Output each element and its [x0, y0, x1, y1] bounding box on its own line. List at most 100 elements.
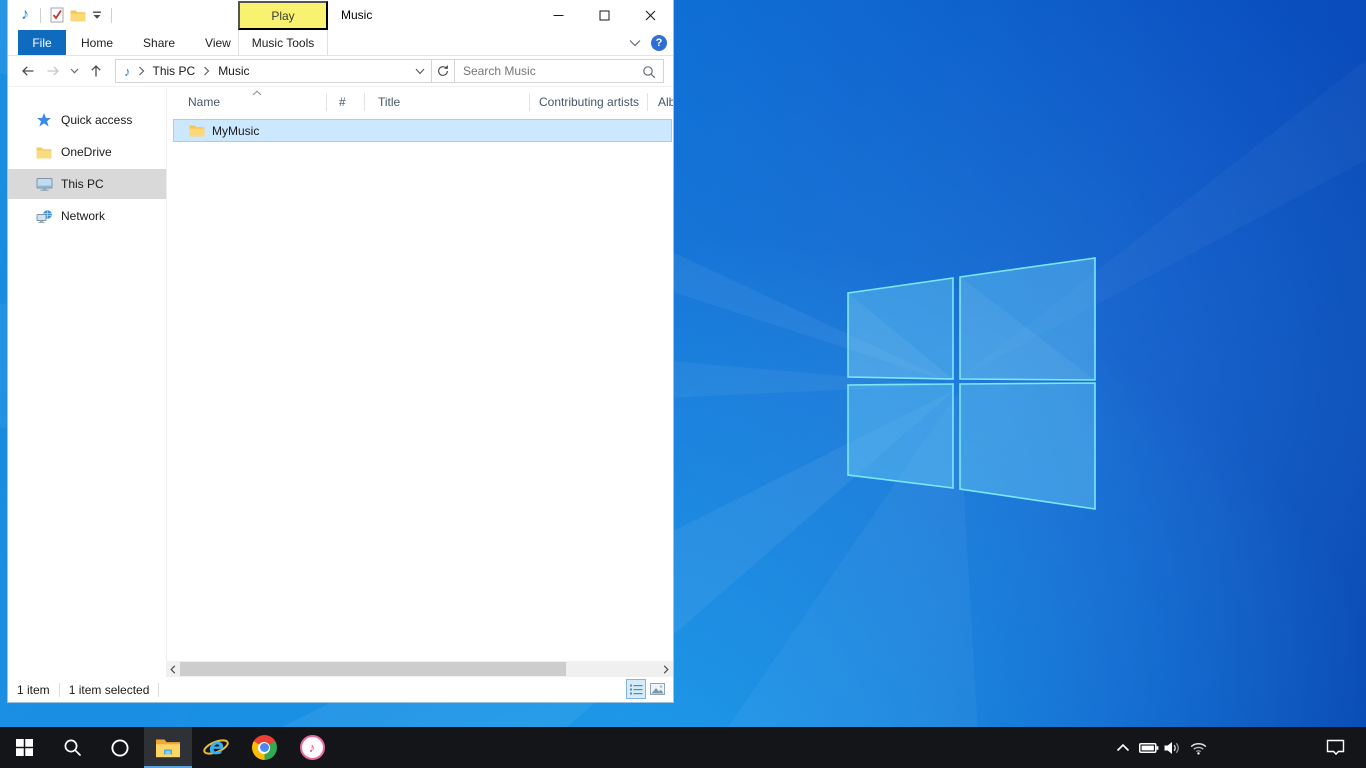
wifi-icon	[1190, 741, 1207, 755]
sidebar-item-this-pc[interactable]: This PC	[8, 169, 166, 199]
back-arrow-icon	[20, 63, 36, 79]
column-headers: Name # Title Contributing artists Alb	[167, 88, 673, 116]
tab-home[interactable]: Home	[66, 30, 128, 55]
file-list: Name # Title Contributing artists Alb My…	[166, 88, 673, 661]
toolbar-separator	[111, 8, 112, 23]
search-input[interactable]	[455, 64, 635, 78]
back-button[interactable]	[20, 63, 36, 79]
taskbar-itunes-button[interactable]: ♪	[288, 727, 336, 768]
taskbar-internet-explorer-button[interactable]: e	[192, 727, 240, 768]
caption-buttons	[535, 0, 673, 30]
navigation-pane: Quick access OneDrive	[8, 88, 166, 661]
customize-qat-button[interactable]	[89, 3, 105, 27]
app-menu-button[interactable]: ♪	[16, 3, 34, 27]
up-button[interactable]	[88, 63, 104, 79]
minimize-button[interactable]	[535, 0, 581, 30]
new-folder-button[interactable]	[67, 3, 89, 27]
taskbar-search-button[interactable]	[48, 727, 96, 768]
help-icon: ?	[656, 37, 663, 49]
tab-share[interactable]: Share	[128, 30, 190, 55]
tab-file[interactable]: File	[18, 30, 66, 55]
column-header-title[interactable]: Title	[365, 88, 530, 116]
battery-tray-button[interactable]	[1137, 727, 1161, 768]
action-center-button[interactable]	[1322, 727, 1348, 768]
scroll-left-button[interactable]	[166, 661, 180, 677]
sidebar-item-label: Quick access	[61, 113, 132, 127]
sidebar-item-quick-access[interactable]: Quick access	[8, 105, 166, 135]
title-bar: ♪ Play	[8, 0, 673, 30]
up-arrow-icon	[88, 63, 104, 79]
quick-access-star-icon	[36, 112, 53, 128]
close-icon	[645, 10, 656, 21]
taskbar: e ♪	[0, 727, 1366, 768]
window-title: Music	[341, 8, 372, 22]
column-header-album[interactable]: Alb	[648, 88, 673, 116]
breadcrumb-this-pc[interactable]: This PC	[150, 64, 199, 78]
explorer-content: Quick access OneDrive	[8, 88, 673, 661]
taskbar-chrome-button[interactable]	[240, 727, 288, 768]
taskbar-buttons: e ♪	[0, 727, 336, 768]
details-view-button[interactable]	[626, 679, 646, 699]
horizontal-scrollbar[interactable]	[166, 661, 673, 677]
file-explorer-window: ♪ Play	[7, 0, 674, 703]
address-dropdown-button[interactable]	[409, 60, 431, 82]
file-row-mymusic[interactable]: MyMusic	[173, 119, 672, 142]
breadcrumb-music[interactable]: Music	[215, 64, 252, 78]
scroll-right-button[interactable]	[659, 661, 673, 677]
ribbon-right-controls: ?	[629, 30, 667, 55]
toolbar-separator	[40, 8, 41, 23]
maximize-icon	[599, 10, 610, 21]
contextual-tab-play[interactable]: Play	[238, 1, 328, 30]
speaker-icon	[1164, 741, 1182, 755]
battery-icon	[1139, 741, 1159, 755]
column-header-contributing-artists[interactable]: Contributing artists	[530, 88, 648, 116]
close-button[interactable]	[627, 0, 673, 30]
new-folder-icon	[70, 9, 86, 22]
taskbar-file-explorer-button[interactable]	[144, 727, 192, 768]
expand-ribbon-button[interactable]	[629, 39, 641, 47]
music-note-icon: ♪	[19, 7, 31, 23]
tab-music-tools[interactable]: Music Tools	[238, 30, 328, 55]
details-view-icon	[630, 684, 643, 695]
minimize-icon	[553, 10, 564, 21]
sidebar-item-label: This PC	[61, 177, 104, 191]
column-header-number[interactable]: #	[327, 88, 365, 116]
chevron-up-icon	[1116, 743, 1130, 752]
item-count: 1 item	[17, 683, 50, 697]
start-button[interactable]	[0, 727, 48, 768]
sidebar-item-onedrive[interactable]: OneDrive	[8, 137, 166, 167]
forward-arrow-icon	[45, 63, 61, 79]
file-name: MyMusic	[212, 124, 259, 138]
quick-access-toolbar: ♪	[16, 0, 118, 30]
properties-button[interactable]	[47, 3, 67, 27]
scrollbar-thumb[interactable]	[180, 662, 566, 676]
music-note-icon: ♪	[122, 65, 133, 78]
large-icons-view-button[interactable]	[647, 679, 667, 699]
chevron-right-icon	[138, 66, 145, 76]
maximize-button[interactable]	[581, 0, 627, 30]
cortana-button[interactable]	[96, 727, 144, 768]
forward-button[interactable]	[45, 63, 61, 79]
chevron-right-icon	[663, 665, 669, 674]
onedrive-folder-icon	[36, 146, 53, 159]
search-icon[interactable]	[642, 65, 656, 79]
show-hidden-icons-button[interactable]	[1112, 727, 1134, 768]
chevron-down-icon	[629, 39, 641, 47]
sidebar-item-label: Network	[61, 209, 105, 223]
refresh-button[interactable]	[432, 60, 454, 82]
volume-tray-button[interactable]	[1161, 727, 1185, 768]
large-icons-view-icon	[650, 683, 665, 695]
help-button[interactable]: ?	[651, 35, 667, 51]
chevron-left-icon	[170, 665, 176, 674]
chevron-down-icon	[70, 68, 79, 74]
sidebar-item-network[interactable]: Network	[8, 201, 166, 231]
address-bar[interactable]: ♪ This PC Music	[115, 59, 455, 83]
refresh-icon	[436, 64, 450, 78]
start-icon	[16, 739, 33, 756]
chevron-right-icon	[203, 66, 210, 76]
itunes-icon: ♪	[300, 735, 325, 760]
column-header-name[interactable]: Name	[167, 88, 327, 116]
network-tray-button[interactable]	[1186, 727, 1210, 768]
recent-locations-button[interactable]	[70, 68, 79, 74]
this-pc-monitor-icon	[36, 177, 53, 192]
